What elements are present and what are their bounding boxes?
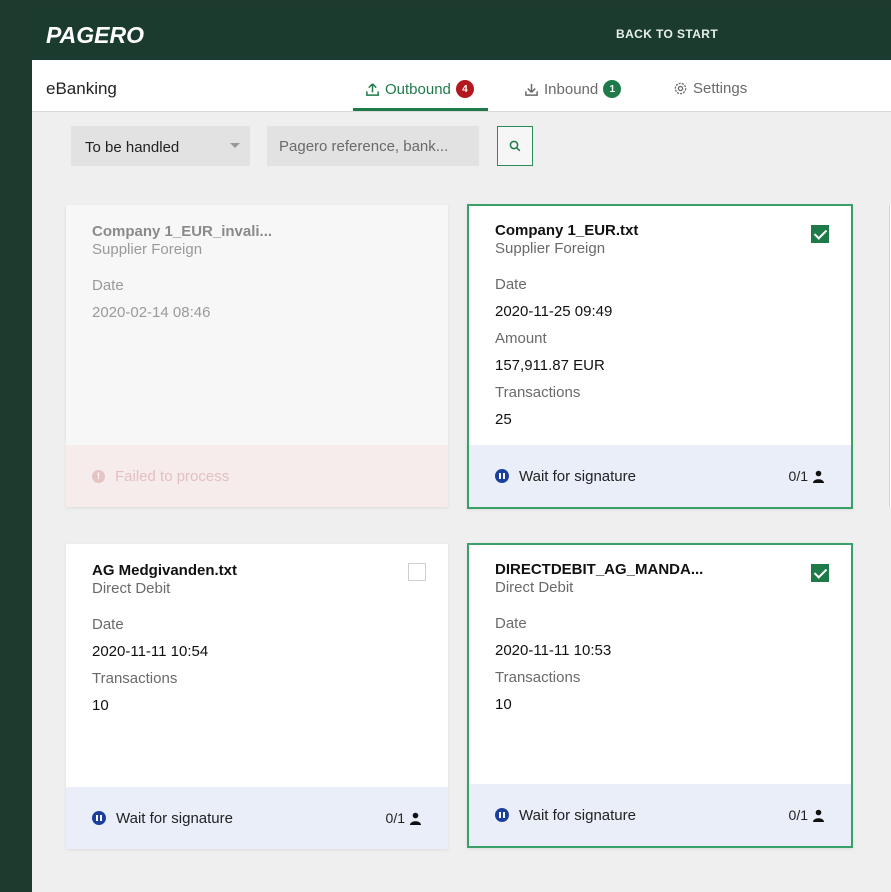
user-icon xyxy=(410,812,421,825)
active-tab-indicator xyxy=(353,108,488,111)
card-subtitle: Supplier Foreign xyxy=(92,241,203,258)
date-value: 2020-11-11 10:53 xyxy=(495,642,612,659)
download-icon xyxy=(525,83,538,96)
error-icon: ! xyxy=(92,469,105,483)
date-value: 2020-11-25 09:49 xyxy=(495,303,613,320)
search-input[interactable] xyxy=(267,126,479,166)
gear-icon xyxy=(674,82,687,95)
pause-icon xyxy=(495,808,509,822)
transactions-label: Transactions xyxy=(495,669,581,686)
date-value: 2020-02-14 08:46 xyxy=(92,304,211,321)
file-card[interactable]: DIRECTDEBIT_AG_MANDA... Direct Debit Dat… xyxy=(467,543,853,848)
card-footer: Wait for signature 0/1 xyxy=(469,445,851,507)
page-title: eBanking xyxy=(46,79,117,98)
signature-count-value: 0/1 xyxy=(788,468,808,484)
date-label: Date xyxy=(495,276,527,293)
back-to-start-link[interactable]: BACK TO START xyxy=(616,27,718,41)
signature-count: 0/1 xyxy=(789,468,825,484)
tab-bar: eBanking Outbound 4 Inbound 1 Settings xyxy=(32,60,891,112)
card-footer: Wait for signature 0/1 xyxy=(66,787,448,849)
search-icon xyxy=(509,140,521,152)
card-subtitle: Direct Debit xyxy=(495,579,574,596)
date-value: 2020-11-11 10:54 xyxy=(92,643,209,660)
main-content: eBanking Outbound 4 Inbound 1 Settings T… xyxy=(32,60,891,892)
card-footer: Wait for signature 0/1 xyxy=(469,784,851,846)
status: Wait for signature xyxy=(495,468,636,485)
signature-count-value: 0/1 xyxy=(385,810,405,826)
tab-inbound[interactable]: Inbound 1 xyxy=(524,80,622,98)
signature-count-value: 0/1 xyxy=(788,807,808,823)
date-label: Date xyxy=(92,616,124,633)
transactions-label: Transactions xyxy=(92,670,178,687)
tab-settings-label: Settings xyxy=(693,80,748,97)
file-card[interactable]: Company 1_EUR.txt Supplier Foreign Date … xyxy=(467,204,853,509)
amount-label: Amount xyxy=(495,330,547,347)
pagero-logo[interactable]: PAGERO xyxy=(46,22,144,49)
user-icon xyxy=(813,470,824,483)
status-text: Failed to process xyxy=(115,467,230,485)
transactions-label: Transactions xyxy=(495,384,581,401)
signature-count: 0/1 xyxy=(789,807,825,823)
status: Wait for signature xyxy=(92,810,233,827)
tab-settings[interactable]: Settings xyxy=(673,80,747,97)
card-title: Company 1_EUR.txt xyxy=(495,222,639,239)
status-filter-value: To be handled xyxy=(85,139,180,156)
card-subtitle: Direct Debit xyxy=(92,580,171,597)
file-card[interactable]: Company 1_EUR_invali... Supplier Foreign… xyxy=(66,205,448,507)
user-icon xyxy=(813,809,824,822)
amount-value: 157,911.87 EUR xyxy=(495,357,605,374)
card-title: AG Medgivanden.txt xyxy=(92,562,238,579)
card-title: DIRECTDEBIT_AG_MANDA... xyxy=(495,561,704,578)
tab-outbound-label: Outbound xyxy=(385,80,451,98)
status: Wait for signature xyxy=(495,807,636,824)
status-text: Wait for signature xyxy=(116,809,233,827)
pause-icon xyxy=(495,469,509,483)
card-title: Company 1_EUR_invali... xyxy=(92,223,273,240)
transactions-value: 10 xyxy=(92,697,109,714)
file-card[interactable]: AG Medgivanden.txt Direct Debit Date 202… xyxy=(66,544,448,849)
card-footer: ! Failed to process xyxy=(66,445,448,507)
inbound-count-badge: 1 xyxy=(603,80,622,98)
card-subtitle: Supplier Foreign xyxy=(495,240,606,257)
date-label: Date xyxy=(495,615,527,632)
status-filter-select[interactable]: To be handled xyxy=(71,126,250,166)
transactions-value: 10 xyxy=(495,696,512,713)
transactions-value: 25 xyxy=(495,411,512,428)
status-text: Wait for signature xyxy=(519,806,636,824)
tab-outbound[interactable]: Outbound 4 xyxy=(365,80,474,98)
status-text: Wait for signature xyxy=(519,467,636,485)
chevron-down-icon xyxy=(230,143,240,148)
status: ! Failed to process xyxy=(92,468,229,485)
signature-count: 0/1 xyxy=(386,810,422,826)
date-label: Date xyxy=(92,277,124,294)
search-button[interactable] xyxy=(497,126,533,166)
top-bar: PAGERO BACK TO START xyxy=(32,10,891,60)
upload-icon xyxy=(366,82,379,96)
tab-inbound-label: Inbound xyxy=(544,80,599,98)
outbound-count-badge: 4 xyxy=(455,80,474,98)
pause-icon xyxy=(92,811,106,825)
